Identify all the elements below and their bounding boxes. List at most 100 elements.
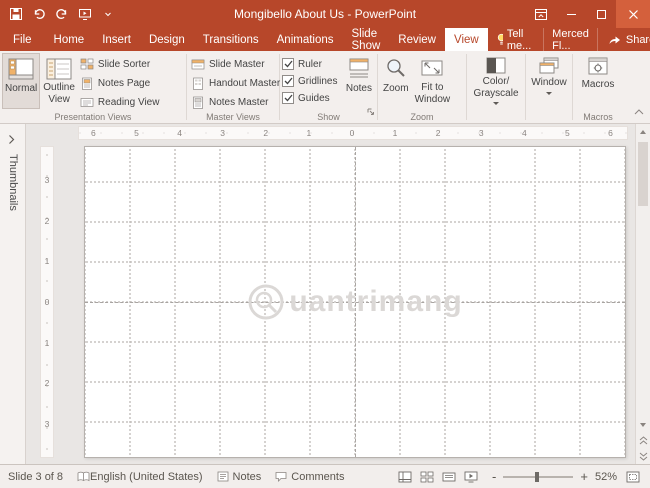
ribbon-display-options-icon [534, 8, 548, 21]
guides-checkbox[interactable]: Guides [282, 92, 343, 104]
close-button[interactable] [616, 0, 650, 28]
customize-qat-button[interactable] [98, 4, 118, 24]
notes-status-button[interactable]: Notes [217, 471, 262, 483]
redo-button[interactable] [52, 4, 72, 24]
tab-view[interactable]: View [445, 28, 488, 51]
ruler-number: 3 [45, 175, 50, 185]
vertical-scrollbar[interactable] [635, 124, 650, 464]
ruler-number: 2 [45, 378, 50, 388]
tab-slide-show[interactable]: Slide Show [343, 28, 390, 51]
share-icon [608, 34, 621, 45]
scroll-up-icon [640, 130, 646, 134]
zoom-slider[interactable] [503, 476, 573, 478]
tell-me-box[interactable]: Tell me... [488, 28, 543, 51]
notes-button[interactable]: Notes [343, 53, 375, 109]
outline-view-button[interactable]: OutlineView [40, 53, 78, 109]
handout-master-button[interactable]: Handout Master [189, 76, 282, 91]
ruler-number: 6 [608, 128, 613, 138]
macros-button[interactable]: Macros [579, 53, 618, 109]
notes-page-button[interactable]: Notes Page [78, 76, 162, 91]
slide-canvas[interactable]: uantrimang [84, 146, 626, 458]
minimize-button[interactable] [556, 0, 586, 28]
tab-animations[interactable]: Animations [268, 28, 343, 51]
spell-check-button[interactable] [77, 471, 90, 482]
next-slide-button[interactable] [636, 449, 650, 464]
ruler-number: 1 [45, 256, 50, 266]
zoom-level[interactable]: 52% [595, 471, 617, 483]
chevron-down-icon [104, 10, 112, 18]
powerpoint-window: Mongibello About Us - PowerPoint File Ho… [0, 0, 650, 488]
show-dialog-launcher[interactable] [367, 103, 375, 121]
tab-home[interactable]: Home [45, 28, 94, 51]
previous-slide-button[interactable] [636, 433, 650, 448]
collapse-ribbon-button[interactable] [634, 102, 644, 120]
language-status[interactable]: English (United States) [90, 471, 203, 483]
notes-page-icon [80, 77, 94, 90]
thumbnails-panel-collapsed[interactable]: Thumbnails [0, 124, 26, 464]
tab-review[interactable]: Review [389, 28, 445, 51]
undo-button[interactable] [29, 4, 49, 24]
slide-indicator[interactable]: Slide 3 of 8 [8, 471, 63, 483]
normal-view-shortcut[interactable] [394, 468, 416, 486]
scroll-up-button[interactable] [636, 124, 650, 139]
slide-sorter-button[interactable]: Slide Sorter [78, 57, 162, 72]
window-label: Window [531, 77, 567, 89]
fit-to-window-icon [420, 57, 444, 80]
spell-check-icon [77, 471, 90, 482]
window-button[interactable]: Window [528, 53, 570, 109]
start-slideshow-button[interactable] [75, 4, 95, 24]
reading-view-button[interactable]: Reading View [78, 95, 162, 110]
window-controls [526, 0, 650, 28]
group-macros: Macros Macros [573, 51, 623, 123]
slide-master-button[interactable]: Slide Master [189, 57, 282, 72]
double-chevron-down-icon [639, 452, 648, 461]
gridlines-checkbox[interactable]: Gridlines [282, 75, 343, 87]
zoom-slider-thumb[interactable] [535, 472, 539, 482]
save-button[interactable] [6, 4, 26, 24]
group-label-macros: Macros [573, 112, 623, 122]
scrollbar-thumb[interactable] [638, 142, 648, 206]
account-name[interactable]: Merced Fl... [543, 28, 597, 51]
notes-master-button[interactable]: Notes Master [189, 95, 282, 110]
notes-status-icon [217, 471, 229, 482]
group-color-grayscale: Color/Grayscale [467, 51, 525, 123]
ruler-number: 2 [263, 128, 268, 138]
ribbon-display-options-button[interactable] [526, 0, 556, 28]
tab-insert[interactable]: Insert [93, 28, 140, 51]
thumbnails-panel-label: Thumbnails [7, 154, 19, 211]
ruler-number: 3 [220, 128, 225, 138]
reading-view-shortcut[interactable] [438, 468, 460, 486]
maximize-icon [597, 10, 606, 19]
group-presentation-views: Normal OutlineView Slide Sorter Notes Pa… [0, 51, 186, 123]
slideshow-shortcut[interactable] [460, 468, 482, 486]
ruler-number: 2 [45, 216, 50, 226]
color-grayscale-button[interactable]: Color/Grayscale [470, 53, 521, 109]
scroll-down-icon [640, 423, 646, 427]
maximize-button[interactable] [586, 0, 616, 28]
expand-thumbnails-button[interactable] [8, 132, 15, 150]
dialog-launcher-icon [367, 108, 375, 116]
horizontal-guide[interactable] [85, 302, 625, 303]
dropdown-arrow-icon [546, 92, 552, 95]
dropdown-arrow-icon [493, 102, 499, 105]
fit-slide-to-window-button[interactable] [624, 468, 642, 486]
notes-master-label: Notes Master [209, 97, 268, 108]
normal-view-button[interactable]: Normal [2, 53, 40, 109]
ruler-number: 0 [350, 128, 355, 138]
fit-to-window-button[interactable]: Fit toWindow [412, 53, 454, 109]
tab-design[interactable]: Design [140, 28, 194, 51]
share-button[interactable]: Share [597, 28, 650, 51]
zoom-button[interactable]: Zoom [380, 53, 412, 109]
group-label-presentation-views: Presentation Views [0, 112, 186, 122]
tab-transitions[interactable]: Transitions [194, 28, 268, 51]
quick-access-toolbar [0, 4, 118, 24]
zoom-out-button[interactable]: - [492, 470, 496, 483]
slide-sorter-shortcut[interactable] [416, 468, 438, 486]
tab-file[interactable]: File [0, 28, 45, 51]
comments-status-button[interactable]: Comments [275, 471, 344, 483]
group-zoom: Zoom Fit toWindow Zoom [378, 51, 466, 123]
ruler-checkbox[interactable]: Ruler [282, 58, 343, 70]
zoom-in-button[interactable]: + [580, 470, 588, 483]
notes-icon [347, 57, 371, 81]
scroll-down-button[interactable] [636, 417, 650, 432]
